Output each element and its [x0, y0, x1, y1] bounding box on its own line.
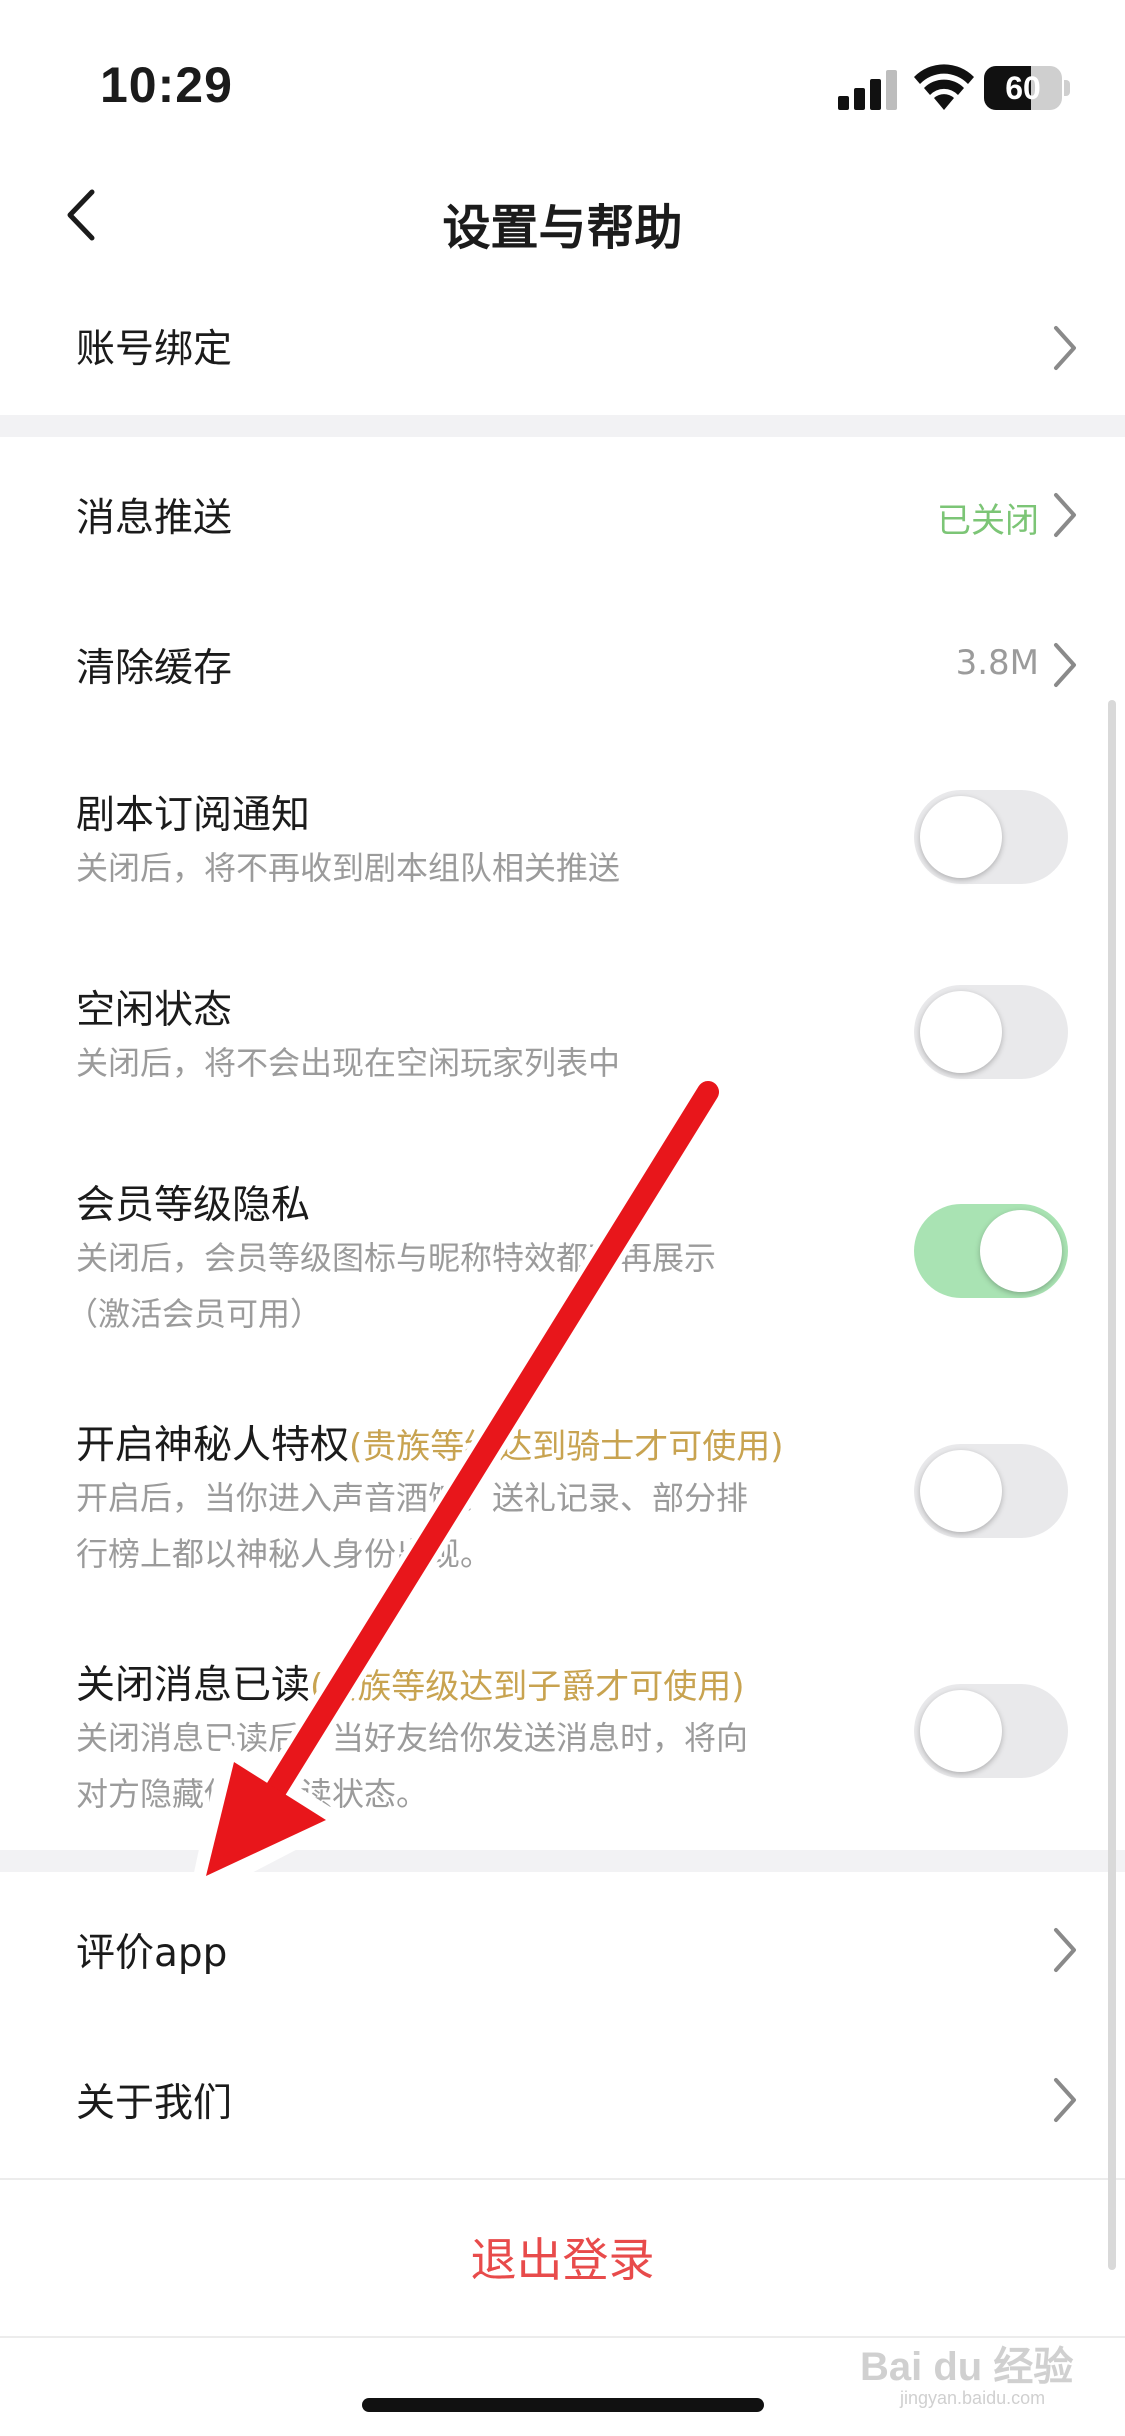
row-title: 消息推送	[76, 496, 233, 541]
home-indicator	[362, 2398, 764, 2412]
row-title: 空闲状态	[76, 988, 233, 1033]
scrollbar[interactable]	[1108, 700, 1116, 2270]
row-subtitle: 关闭后，将不再收到剧本组队相关推送	[76, 849, 621, 887]
row-idle-status: 空闲状态 关闭后，将不会出现在空闲玩家列表中	[0, 955, 1125, 1135]
watermark-logo: Bai du 经验 jingyan.baidu.com	[860, 2330, 1110, 2408]
row-read-receipt: 关闭消息已读(贵族等级达到子爵才可使用) 关闭消息已读后，当好友给你发送消息时，…	[0, 1630, 1125, 1850]
watermark-sub: jingyan.baidu.com	[900, 2388, 1046, 2408]
row-title: 会员等级隐私	[76, 1183, 311, 1228]
row-subtitle: 行榜上都以神秘人身份出现。	[76, 1535, 493, 1573]
member-privacy-toggle[interactable]	[914, 1204, 1068, 1298]
row-title: 开启神秘人特权(贵族等级达到骑士才可使用)	[76, 1414, 784, 1470]
push-status-value: 已关闭	[937, 501, 1039, 541]
row-subtitle: 开启后，当你进入声音酒馆、送礼记录、部分排	[76, 1479, 749, 1517]
row-mystery-person: 开启神秘人特权(贵族等级达到骑士才可使用) 开启后，当你进入声音酒馆、送礼记录、…	[0, 1390, 1125, 1610]
row-account-binding[interactable]: 账号绑定	[0, 280, 1125, 415]
chevron-right-icon	[1054, 326, 1076, 370]
row-push-notifications[interactable]: 消息推送 已关闭	[0, 437, 1125, 587]
signal-icon	[838, 70, 897, 110]
watermark-text: Bai du 经验	[860, 2345, 1074, 2389]
logout-section: 退出登录	[0, 2178, 1125, 2338]
row-subtitle: 关闭后，会员等级图标与昵称特效都不再展示	[76, 1239, 717, 1277]
chevron-right-icon	[1054, 643, 1076, 687]
chevron-right-icon	[1054, 2078, 1076, 2122]
row-rate-app[interactable]: 评价app	[0, 1872, 1125, 2022]
battery-percent: 60	[1005, 70, 1041, 106]
row-title: 清除缓存	[76, 646, 233, 691]
privilege-note: (贵族等级达到子爵才可使用)	[310, 1667, 745, 1707]
row-subtitle: 对方隐藏你的已读状态。	[76, 1775, 429, 1813]
row-title: 评价app	[76, 1931, 228, 1976]
status-bar: 10:29 60	[0, 0, 1125, 150]
page-title: 设置与帮助	[442, 200, 683, 256]
row-title: 关于我们	[76, 2081, 233, 2126]
read-receipt-toggle[interactable]	[914, 1684, 1068, 1778]
privilege-note: (贵族等级达到骑士才可使用)	[349, 1427, 784, 1467]
logout-button[interactable]: 退出登录	[0, 2224, 1125, 2290]
row-title-text: 关闭消息已读	[76, 1663, 311, 1708]
row-title: 账号绑定	[76, 327, 233, 372]
row-member-privacy: 会员等级隐私 关闭后，会员等级图标与昵称特效都不再展示 （激活会员可用）	[0, 1150, 1125, 1370]
section-divider	[0, 1850, 1125, 1872]
row-subtitle: 关闭消息已读后，当好友给你发送消息时，将向	[76, 1719, 749, 1757]
script-notify-toggle[interactable]	[914, 790, 1068, 884]
row-title: 关闭消息已读(贵族等级达到子爵才可使用)	[76, 1654, 745, 1710]
row-about-us[interactable]: 关于我们	[0, 2022, 1125, 2172]
row-subtitle: （激活会员可用）	[66, 1295, 323, 1333]
chevron-right-icon	[1054, 1928, 1076, 1972]
wifi-icon	[914, 64, 974, 110]
battery-icon: 60	[984, 66, 1070, 110]
row-title-text: 开启神秘人特权	[76, 1423, 350, 1468]
status-time: 10:29	[100, 57, 233, 113]
mystery-person-toggle[interactable]	[914, 1444, 1068, 1538]
row-title: 剧本订阅通知	[76, 793, 311, 838]
row-script-notify: 剧本订阅通知 关闭后，将不再收到剧本组队相关推送	[0, 760, 1125, 940]
chevron-right-icon	[1054, 493, 1076, 537]
idle-status-toggle[interactable]	[914, 985, 1068, 1079]
row-subtitle: 关闭后，将不会出现在空闲玩家列表中	[76, 1044, 621, 1082]
row-clear-cache[interactable]: 清除缓存 3.8M	[0, 587, 1125, 737]
section-divider	[0, 415, 1125, 437]
nav-bar: 设置与帮助	[0, 150, 1125, 280]
cache-size-value: 3.8M	[955, 643, 1039, 683]
